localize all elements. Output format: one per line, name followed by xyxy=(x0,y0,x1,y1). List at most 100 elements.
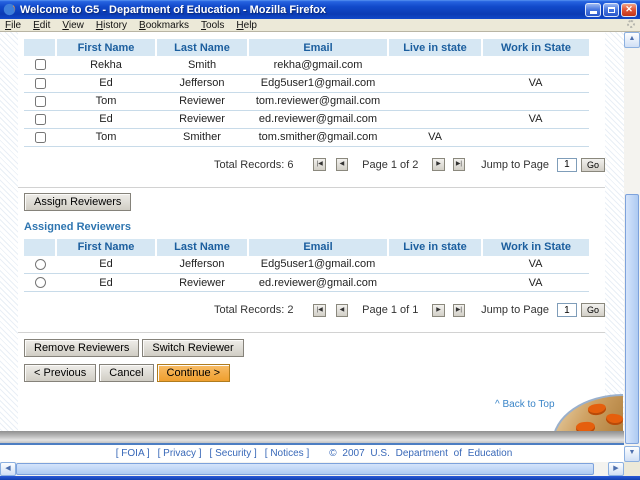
first-page-button[interactable]: |◀ xyxy=(313,303,326,317)
column-header-live-in-state: Live in state xyxy=(387,39,482,56)
table-header-row: First Name Last Name Email Live in state… xyxy=(24,238,589,256)
menu-tools[interactable]: Tools xyxy=(201,20,224,31)
scroll-right-icon[interactable]: ▶ xyxy=(608,462,624,476)
select-reviewer-checkbox[interactable] xyxy=(34,59,46,71)
email-cell: tom.smither@gmail.com xyxy=(248,128,388,147)
page-content: First Name Last Name Email Live in state… xyxy=(18,32,605,462)
previous-page-button[interactable]: ◀ xyxy=(335,303,349,317)
total-records-label: Total Records: 6 xyxy=(214,158,294,171)
close-icon: ✕ xyxy=(625,4,633,14)
menu-help[interactable]: Help xyxy=(236,20,257,31)
last-name-cell: Reviewer xyxy=(156,92,248,111)
first-name-cell: Tom xyxy=(56,92,156,111)
next-page-button[interactable]: ▶ xyxy=(432,303,445,317)
email-cell: ed.reviewer@gmail.com xyxy=(248,273,388,292)
work-in-state-cell xyxy=(482,128,589,147)
work-in-state-cell xyxy=(482,92,589,111)
menu-file[interactable]: File xyxy=(5,20,21,31)
column-header-select xyxy=(24,238,56,256)
scroll-down-icon[interactable]: ▼ xyxy=(624,446,640,462)
select-reviewer-checkbox[interactable] xyxy=(34,95,46,107)
last-name-cell: Reviewer xyxy=(156,273,248,292)
reviewer-row: Ed Reviewer ed.reviewer@gmail.com VA xyxy=(24,273,589,292)
table-header-row: First Name Last Name Email Live in state… xyxy=(24,39,589,56)
minimize-icon xyxy=(589,11,597,14)
last-name-cell: Smither xyxy=(156,128,248,147)
first-name-cell: Ed xyxy=(56,255,156,274)
email-cell: tom.reviewer@gmail.com xyxy=(248,92,388,111)
jump-to-page-input[interactable] xyxy=(556,303,577,317)
switch-reviewer-button[interactable]: Switch Reviewer xyxy=(142,339,244,357)
email-cell: Edg5user1@gmail.com xyxy=(248,255,388,274)
section-divider xyxy=(18,332,605,333)
background-stripes-left xyxy=(0,32,18,462)
select-reviewer-checkbox[interactable] xyxy=(34,77,46,89)
column-header-work-in-state: Work in State xyxy=(481,238,589,256)
maximize-icon xyxy=(607,6,615,13)
footer-link-foia[interactable]: [ FOIA ] xyxy=(116,448,150,459)
horizontal-scrollbar[interactable]: ◀ ▶ xyxy=(0,462,624,476)
minimize-button[interactable] xyxy=(585,2,601,17)
footer-link-notices[interactable]: [ Notices ] xyxy=(265,448,309,459)
assign-reviewers-button[interactable]: Assign Reviewers xyxy=(24,192,132,211)
scroll-up-icon[interactable]: ▲ xyxy=(624,32,640,48)
chair-seat xyxy=(587,402,607,417)
footer-link-security[interactable]: [ Security ] xyxy=(210,448,257,459)
title-bar[interactable]: Welcome to G5 - Department of Education … xyxy=(0,0,640,19)
first-name-cell: Ed xyxy=(56,273,156,292)
email-cell: ed.reviewer@gmail.com xyxy=(248,110,388,129)
vertical-scrollbar[interactable]: ▲ ▼ xyxy=(624,32,640,462)
menu-view[interactable]: View xyxy=(62,20,84,31)
work-in-state-cell xyxy=(482,56,589,75)
reviewer-row: Ed Reviewer ed.reviewer@gmail.com VA xyxy=(24,110,589,129)
last-page-button[interactable]: ▶| xyxy=(452,158,466,171)
last-page-button[interactable]: ▶| xyxy=(452,303,466,317)
window-title: Welcome to G5 - Department of Education … xyxy=(20,3,326,16)
scrollbar-corner xyxy=(624,462,640,476)
last-name-cell: Jefferson xyxy=(156,74,248,93)
select-reviewer-radio[interactable] xyxy=(34,258,46,270)
horizontal-scrollbar-thumb[interactable] xyxy=(16,463,594,475)
first-name-cell: Rekha xyxy=(56,56,156,75)
select-reviewer-checkbox[interactable] xyxy=(34,113,46,125)
back-to-top-link[interactable]: ^ Back to Top xyxy=(495,399,555,410)
previous-page-button[interactable]: ◀ xyxy=(335,158,349,171)
previous-button[interactable]: < Previous xyxy=(24,364,97,382)
copyright-text: © 2007 U.S. Department of Education xyxy=(329,448,513,459)
first-name-cell: Ed xyxy=(56,74,156,93)
available-reviewers-table: First Name Last Name Email Live in state… xyxy=(24,39,589,147)
live-in-state-cell: VA xyxy=(388,128,482,147)
first-name-cell: Ed xyxy=(56,110,156,129)
first-name-cell: Tom xyxy=(56,128,156,147)
work-in-state-cell: VA xyxy=(482,110,589,129)
jump-to-page-label: Jump to Page xyxy=(481,304,549,316)
live-in-state-cell xyxy=(388,273,482,292)
select-reviewer-checkbox[interactable] xyxy=(34,131,46,143)
page-indicator: Page 1 of 1 xyxy=(362,304,419,316)
maximize-button[interactable] xyxy=(603,2,619,17)
remove-reviewers-button[interactable]: Remove Reviewers xyxy=(24,339,140,357)
close-button[interactable]: ✕ xyxy=(621,2,637,17)
vertical-scrollbar-thumb[interactable] xyxy=(625,194,639,444)
menu-history[interactable]: History xyxy=(96,20,127,31)
menu-edit[interactable]: Edit xyxy=(33,20,50,31)
continue-button[interactable]: Continue > xyxy=(156,364,231,382)
live-in-state-cell xyxy=(388,74,482,93)
select-reviewer-radio[interactable] xyxy=(34,277,46,289)
scroll-left-icon[interactable]: ◀ xyxy=(0,462,16,476)
next-page-button[interactable]: ▶ xyxy=(432,158,445,171)
page-indicator: Page 1 of 2 xyxy=(362,158,419,171)
menu-bookmarks[interactable]: Bookmarks xyxy=(139,20,189,31)
first-page-button[interactable]: |◀ xyxy=(313,158,326,171)
column-header-work-in-state: Work in State xyxy=(481,39,589,56)
go-button[interactable]: Go xyxy=(580,157,605,172)
firefox-icon xyxy=(3,3,16,16)
email-cell: Edg5user1@gmail.com xyxy=(248,74,388,93)
email-cell: rekha@gmail.com xyxy=(248,56,388,75)
assigned-pagination: Total Records: 2 |◀ ◀ Page 1 of 1 ▶ ▶| J… xyxy=(18,294,605,326)
window-controls: ✕ xyxy=(585,2,637,17)
jump-to-page-input[interactable] xyxy=(556,157,577,172)
footer-link-privacy[interactable]: [ Privacy ] xyxy=(158,448,202,459)
cancel-button[interactable]: Cancel xyxy=(99,364,154,382)
go-button[interactable]: Go xyxy=(580,303,605,317)
